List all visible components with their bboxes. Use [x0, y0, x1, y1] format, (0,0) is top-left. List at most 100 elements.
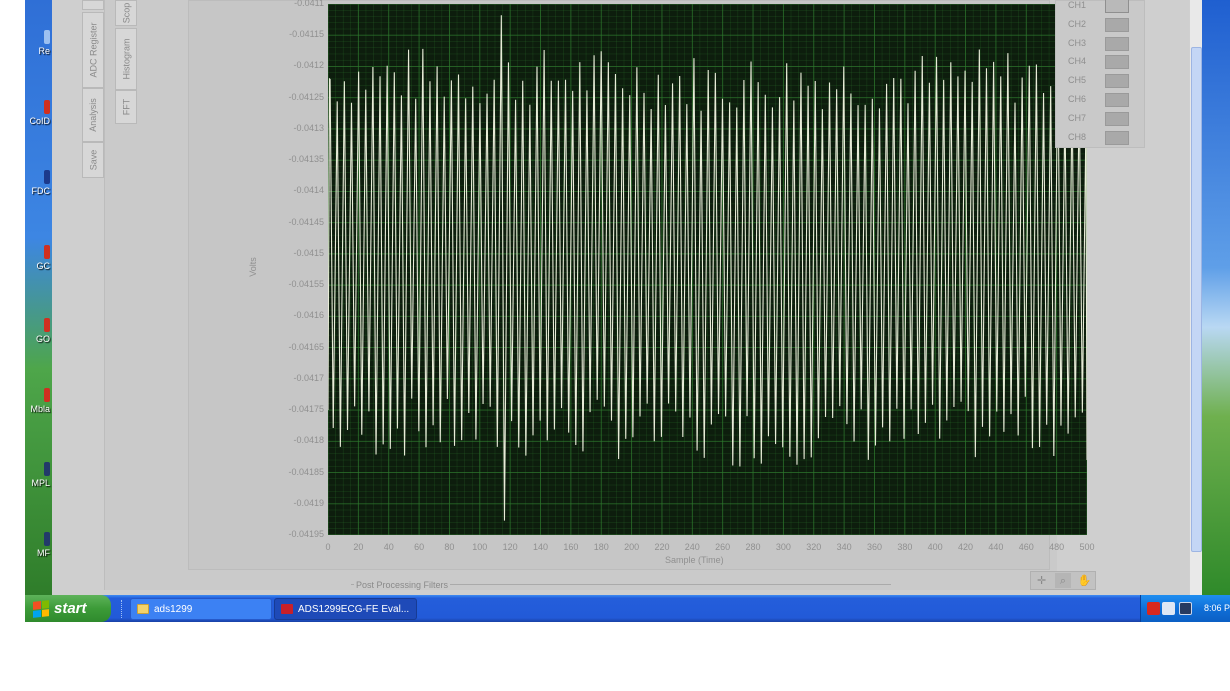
task-label: ads1299: [154, 603, 193, 615]
start-label: start: [54, 600, 87, 617]
x-tick-label: 200: [624, 542, 640, 552]
x-tick-label: 480: [1049, 542, 1065, 552]
system-tray: 8:06 P: [1140, 595, 1230, 622]
tab-fft[interactable]: FFT: [115, 90, 137, 124]
post-processing-filters-label: Post Processing Filters: [354, 580, 451, 590]
x-tick-label: 440: [988, 542, 1004, 552]
legend-swatch[interactable]: [1105, 111, 1129, 126]
network-icon[interactable]: [1162, 602, 1175, 615]
legend-swatch[interactable]: [1105, 74, 1129, 89]
x-tick-label: 260: [715, 542, 731, 552]
x-tick-label: 380: [897, 542, 913, 552]
x-tick-label: 320: [806, 542, 822, 552]
folder-icon: [137, 604, 149, 614]
x-tick-label: 140: [533, 542, 549, 552]
y-tick-label: -0.0413: [293, 122, 324, 133]
x-tick-label: 420: [958, 542, 974, 552]
graph-tools-palette: ✛ ⌕ ✋: [1030, 571, 1096, 590]
x-tick-label: 360: [866, 542, 882, 552]
legend-row-ch4[interactable]: CH4: [1068, 55, 1138, 70]
crosshair-tool-icon[interactable]: ✛: [1034, 573, 1050, 588]
desktop-icon[interactable]: MPL: [25, 462, 52, 488]
y-tick-label: -0.04125: [288, 91, 324, 102]
y-axis-label: Volts: [247, 257, 258, 277]
legend-channel-label: CH1: [1068, 0, 1087, 10]
y-tick-label: -0.04115: [289, 29, 324, 40]
x-tick-label: 240: [684, 542, 700, 552]
legend-row-ch3[interactable]: CH3: [1068, 36, 1138, 52]
application-window: ADC Register Analysis Save Scop Histogra…: [52, 0, 1202, 595]
scrollbar-thumb[interactable]: [1191, 47, 1202, 552]
tab-analysis[interactable]: Analysis: [82, 88, 104, 142]
monitor-icon[interactable]: [1179, 602, 1192, 615]
screen: Re CoID FDC GC GO Mbla MPL MF ADC Regist…: [25, 0, 1230, 622]
desktop-icon[interactable]: CoID: [25, 100, 52, 126]
legend-row-ch2[interactable]: CH2: [1068, 17, 1138, 33]
y-tick-label: -0.0416: [293, 310, 324, 321]
tab-adc-register[interactable]: ADC Register: [82, 12, 104, 88]
tab-scope[interactable]: Scop: [115, 0, 137, 26]
x-tick-label: 160: [563, 542, 579, 552]
legend-channel-label: CH3: [1068, 37, 1087, 48]
x-tick-label: 220: [654, 542, 670, 552]
desktop-icon[interactable]: GO: [25, 318, 52, 344]
legend-row-ch7[interactable]: CH7: [1068, 111, 1138, 127]
plot-svg: [328, 4, 1087, 535]
tab-histogram[interactable]: Histogram: [115, 28, 137, 90]
legend-swatch[interactable]: [1105, 36, 1129, 51]
legend-channel-label: CH2: [1068, 18, 1087, 29]
x-tick-label: 0: [325, 542, 331, 552]
y-tick-label: -0.0411: [294, 0, 324, 8]
y-tick-label: -0.04195: [288, 529, 324, 539]
legend-channel-label: CH5: [1068, 75, 1087, 86]
y-tick-label: -0.04175: [288, 404, 324, 415]
legend-swatch[interactable]: [1105, 0, 1129, 13]
ti-app-icon: [281, 604, 293, 614]
vertical-scrollbar[interactable]: [1189, 0, 1202, 595]
desktop-icon[interactable]: GC: [25, 245, 52, 271]
legend-row-ch1[interactable]: CH1: [1068, 0, 1138, 14]
legend-row-ch6[interactable]: CH6: [1068, 93, 1138, 108]
legend-swatch[interactable]: [1105, 55, 1129, 70]
legend-swatch[interactable]: [1105, 93, 1129, 107]
app-client-area: ADC Register Analysis Save Scop Histogra…: [52, 0, 1189, 595]
legend-row-ch5[interactable]: CH5: [1068, 74, 1138, 89]
x-tick-label: 340: [836, 542, 852, 552]
task-button-ads1299ecg-fe-eval[interactable]: ADS1299ECG-FE Eval...: [274, 598, 417, 620]
legend-channel-label: CH8: [1068, 131, 1087, 142]
tab-top[interactable]: [82, 0, 104, 10]
tab-save[interactable]: Save: [82, 142, 104, 178]
x-tick-label: 180: [593, 542, 609, 552]
x-tick-label: 460: [1018, 542, 1034, 552]
legend-swatch[interactable]: [1105, 17, 1129, 32]
x-axis-label: Sample (Time): [665, 555, 724, 565]
legend-channel-label: CH6: [1068, 94, 1087, 104]
desktop-icon[interactable]: Mbla: [25, 388, 52, 414]
desktop-icon[interactable]: FDC: [25, 170, 52, 196]
x-tick-label: 40: [383, 542, 394, 552]
desktop-left-strip: Re CoID FDC GC GO Mbla MPL MF: [25, 0, 52, 595]
x-tick-label: 60: [414, 542, 425, 552]
waveform-plot[interactable]: [328, 4, 1087, 535]
x-tick-label: 400: [927, 542, 943, 552]
y-tick-label: -0.0417: [293, 372, 324, 383]
x-tick-label: 120: [502, 542, 518, 552]
y-tick-label: -0.04135: [288, 154, 324, 165]
desktop-icon[interactable]: Re: [25, 30, 52, 56]
task-button-ads1299[interactable]: ads1299: [130, 598, 272, 620]
desktop-icon[interactable]: MF: [25, 532, 52, 558]
y-tick-label: -0.04155: [288, 279, 324, 290]
pan-hand-icon[interactable]: ✋: [1076, 573, 1092, 588]
content-panel: Scop Histogram FFT Volts Sample (Time) -…: [104, 0, 1096, 590]
legend-row-ch8[interactable]: CH8: [1068, 130, 1138, 146]
start-button[interactable]: start: [25, 595, 111, 622]
x-tick-label: 280: [745, 542, 761, 552]
zoom-tool-icon[interactable]: ⌕: [1054, 573, 1071, 588]
antivirus-icon[interactable]: [1147, 602, 1160, 615]
taskbar: start ads1299 ADS1299ECG-FE Eval... 8:06…: [25, 595, 1230, 622]
task-label: ADS1299ECG-FE Eval...: [298, 603, 410, 615]
channel-legend: CH1 CH2 CH3 CH4 CH5 CH6 CH7 CH8: [1055, 0, 1145, 148]
x-tick-label: 100: [472, 542, 488, 552]
x-tick-label: 300: [775, 542, 791, 552]
legend-swatch[interactable]: [1105, 130, 1129, 145]
